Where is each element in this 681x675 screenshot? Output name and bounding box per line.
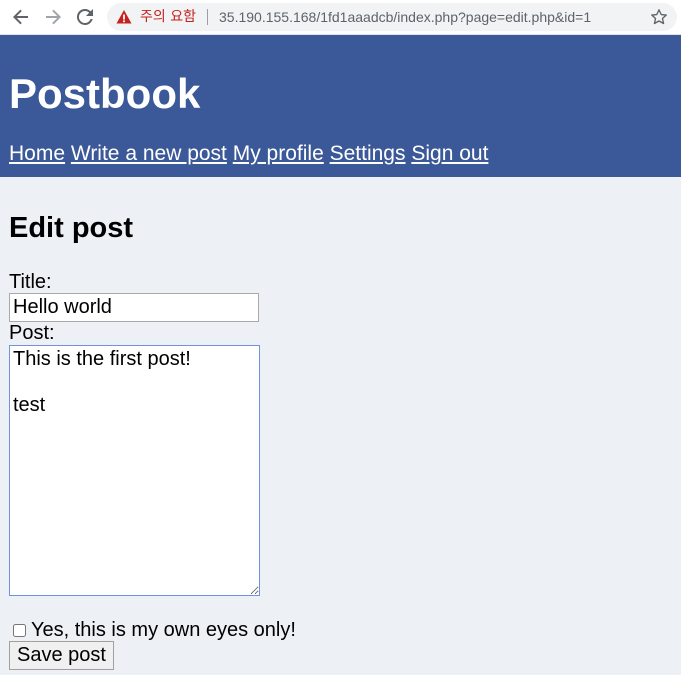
main-nav: Home Write a new post My profile Setting… bbox=[9, 141, 488, 167]
url-text[interactable]: 35.190.155.168/1fd1aaadcb/index.php?page… bbox=[219, 8, 591, 26]
private-option: Yes, this is my own eyes only! bbox=[9, 618, 296, 642]
arrow-left-icon bbox=[13, 9, 28, 25]
private-checkbox-label[interactable]: Yes, this is my own eyes only! bbox=[31, 618, 296, 642]
reload-icon bbox=[77, 9, 93, 25]
warning-triangle-icon bbox=[116, 10, 132, 24]
star-icon[interactable] bbox=[650, 8, 668, 26]
address-separator bbox=[207, 9, 208, 25]
page-title: Edit post bbox=[9, 212, 134, 244]
site-title: Postbook bbox=[9, 70, 201, 117]
title-input[interactable] bbox=[9, 293, 259, 322]
nav-write-post-link[interactable]: Write a new post bbox=[71, 142, 227, 165]
security-warning-text[interactable]: 주의 요함 bbox=[140, 8, 196, 26]
address-bar[interactable]: 주의 요함 35.190.155.168/1fd1aaadcb/index.ph… bbox=[107, 3, 677, 31]
arrow-right-icon bbox=[46, 9, 61, 25]
nav-my-profile-link[interactable]: My profile bbox=[233, 142, 324, 165]
post-label: Post: bbox=[9, 322, 55, 344]
save-post-button[interactable]: Save post bbox=[9, 641, 114, 670]
post-textarea[interactable]: This is the first post! test bbox=[9, 345, 260, 596]
nav-sign-out-link[interactable]: Sign out bbox=[411, 142, 488, 165]
nav-home-link[interactable]: Home bbox=[9, 142, 65, 165]
browser-toolbar: 주의 요함 35.190.155.168/1fd1aaadcb/index.ph… bbox=[0, 0, 681, 35]
nav-settings-link[interactable]: Settings bbox=[330, 142, 406, 165]
reload-button[interactable] bbox=[73, 5, 97, 29]
site-header: Postbook Home Write a new post My profil… bbox=[0, 35, 681, 177]
title-label: Title: bbox=[9, 271, 52, 293]
forward-button[interactable] bbox=[41, 5, 65, 29]
back-button[interactable] bbox=[9, 5, 33, 29]
private-checkbox[interactable] bbox=[13, 623, 26, 637]
